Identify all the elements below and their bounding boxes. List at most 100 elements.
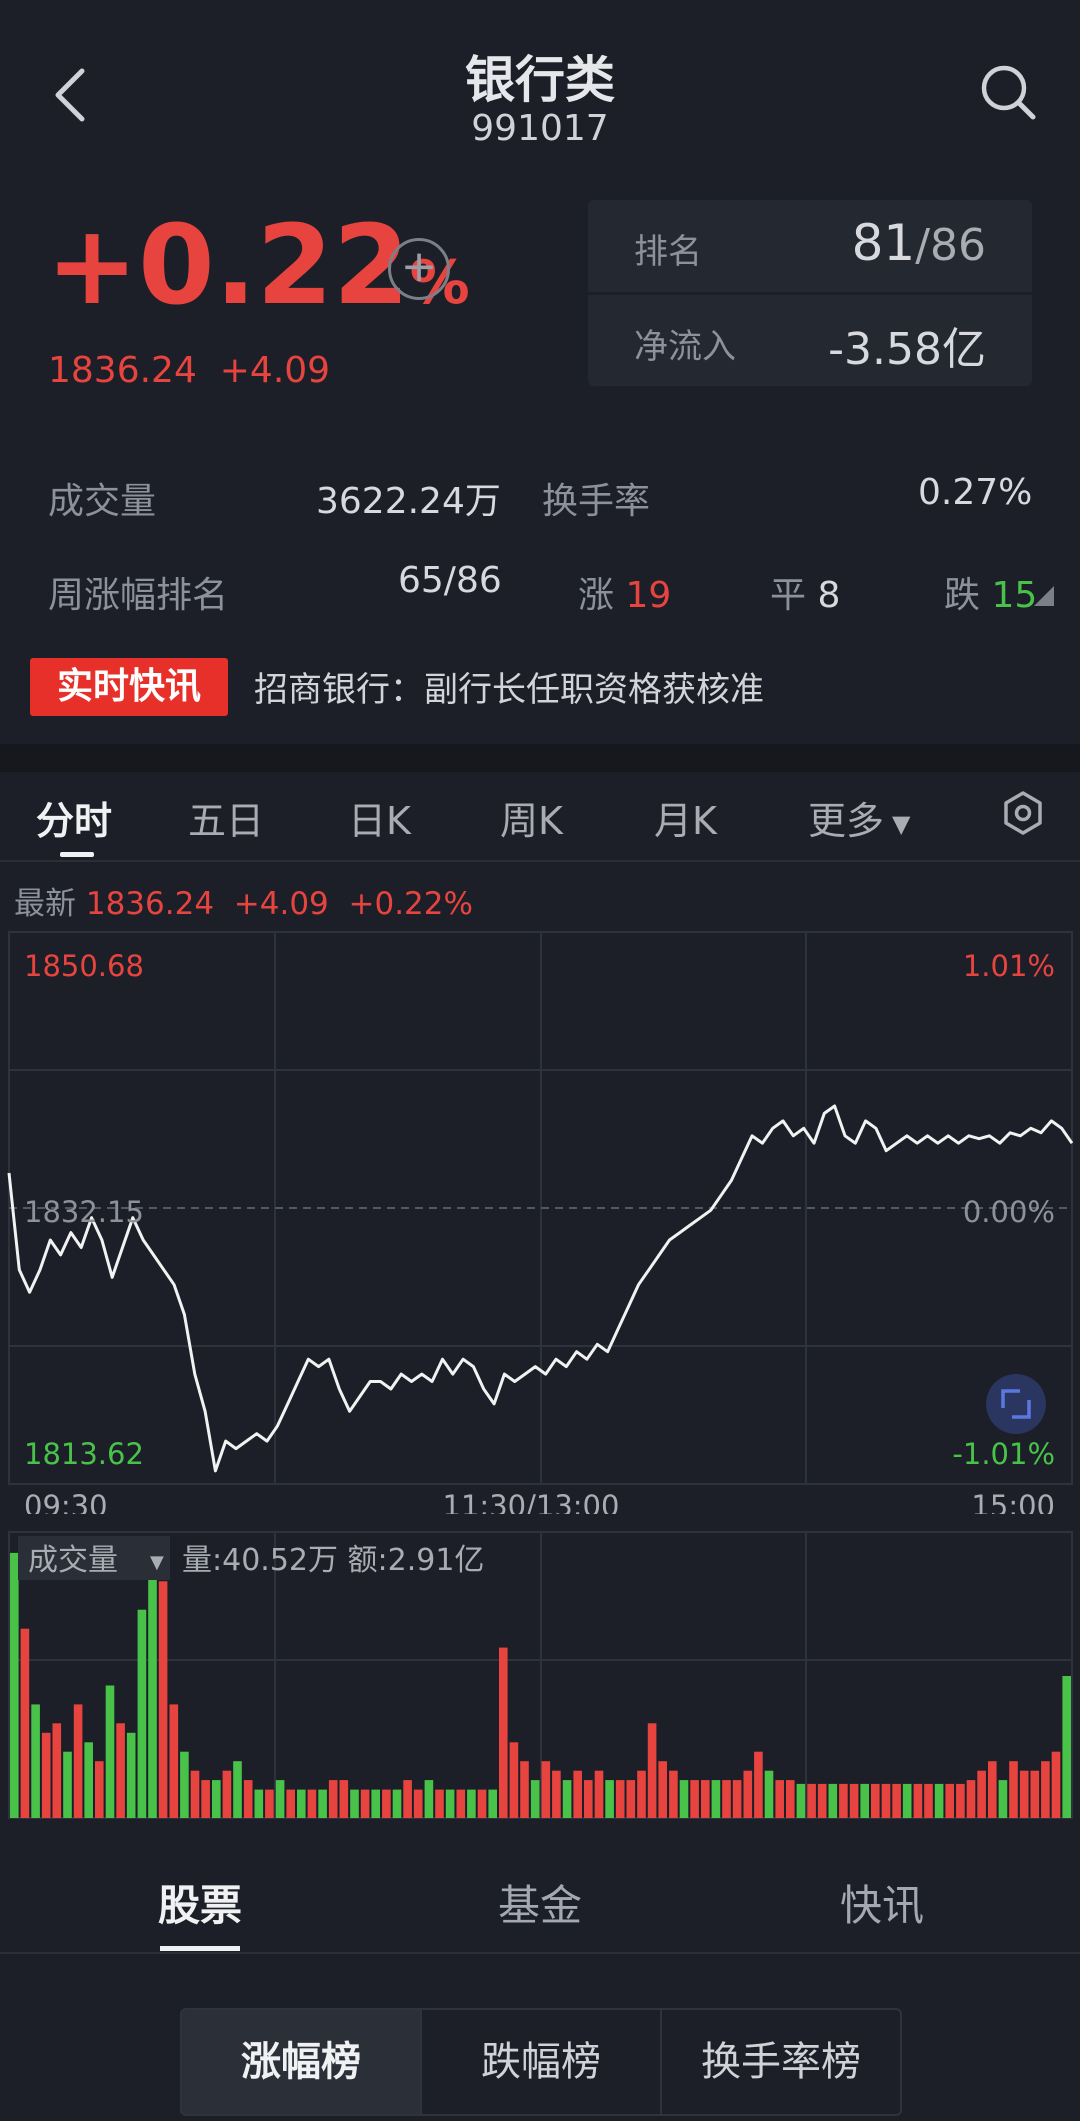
y-label-bottom: 1813.62	[24, 1437, 144, 1471]
volume-bar	[350, 1789, 359, 1818]
volume-bar	[456, 1789, 466, 1818]
volume-bar	[722, 1780, 731, 1818]
x-label-close: 15:00	[971, 1489, 1055, 1514]
tab-intraday[interactable]: 分时	[36, 790, 112, 845]
volume-bar	[413, 1789, 423, 1818]
tab-five-day[interactable]: 五日	[188, 790, 264, 845]
volume-bar	[41, 1732, 51, 1818]
volume-bar	[679, 1780, 689, 1818]
settings-hexagon-icon[interactable]	[1000, 790, 1046, 836]
netflow-value: -3.58亿	[828, 324, 986, 375]
down-number: 15	[991, 575, 1038, 616]
tab-funds[interactable]: 基金	[498, 1872, 582, 1933]
tab-monthly-k[interactable]: 月K	[654, 790, 717, 845]
volume-bar	[934, 1783, 944, 1818]
volume-bar	[966, 1780, 976, 1818]
volume-bar	[977, 1770, 986, 1818]
pct-label-bottom: -1.01%	[952, 1437, 1055, 1471]
volume-bar	[328, 1780, 338, 1818]
tab-flash-news[interactable]: 快讯	[840, 1872, 924, 1933]
volume-bar	[701, 1780, 710, 1818]
volume-bar	[371, 1789, 380, 1818]
volume-label: 成交量	[48, 481, 157, 522]
volume-bar	[626, 1780, 636, 1818]
volume-bar	[605, 1780, 614, 1818]
volume-bar	[881, 1783, 891, 1818]
last-price: 1836.24	[48, 350, 197, 391]
volume-bar	[647, 1723, 657, 1818]
volume-bar	[84, 1742, 93, 1818]
volume-bar	[1041, 1761, 1050, 1818]
price-line: 1836.24 +4.09	[48, 350, 330, 391]
volume-bar	[732, 1780, 742, 1818]
volume-bar	[637, 1770, 646, 1818]
volume-bar	[871, 1783, 880, 1818]
latest-pct: +0.22%	[348, 886, 473, 922]
plus-icon: +	[400, 241, 438, 292]
volume-bar	[988, 1761, 997, 1818]
latest-quote: 最新 1836.24 +4.09 +0.22%	[14, 878, 473, 923]
volume-bar	[116, 1723, 125, 1818]
price-change: +4.09	[219, 350, 331, 391]
y-label-top: 1850.68	[24, 949, 144, 983]
segment-losers[interactable]: 跌幅榜	[420, 2010, 660, 2114]
add-watchlist-button[interactable]: +	[388, 238, 450, 300]
volume-bar	[445, 1789, 455, 1818]
news-headline[interactable]: 招商银行：副行长任职资格获核准	[254, 662, 764, 711]
volume-bar	[201, 1780, 210, 1818]
volume-bar	[945, 1783, 954, 1818]
volume-bar	[424, 1780, 434, 1818]
volume-bar	[509, 1742, 519, 1818]
tab-more-label: 更多	[808, 799, 885, 843]
pct-label-top: 1.01%	[963, 949, 1055, 983]
volume-bar	[148, 1552, 157, 1818]
volume-bar	[488, 1789, 497, 1818]
tab-stocks[interactable]: 股票	[158, 1872, 242, 1933]
volume-bar	[615, 1780, 625, 1818]
volume-bar	[286, 1789, 295, 1818]
volume-bar	[764, 1770, 774, 1818]
week-rank-label: 周涨幅排名	[48, 575, 229, 616]
search-icon[interactable]	[978, 62, 1038, 122]
volume-bar	[265, 1789, 274, 1818]
turnover-label: 换手率	[542, 481, 651, 522]
latest-change: +4.09	[233, 886, 329, 922]
volume-selector-label: 成交量	[28, 1543, 118, 1578]
volume-bar	[743, 1770, 753, 1818]
volume-bar	[1019, 1770, 1029, 1818]
volume-bar	[318, 1789, 327, 1818]
fullscreen-button[interactable]	[986, 1374, 1046, 1434]
segment-gainers[interactable]: 涨幅榜	[182, 2010, 420, 2114]
volume-bar	[754, 1751, 763, 1818]
up-count[interactable]: 涨 19	[578, 566, 671, 618]
volume-bar	[541, 1761, 551, 1818]
flat-label: 平	[770, 575, 807, 616]
intraday-chart[interactable]: 1850.68 1832.15 1813.62 1.01% 0.00% -1.0…	[0, 924, 1080, 1514]
volume-bar	[786, 1780, 795, 1818]
volume-bar	[902, 1783, 912, 1818]
segment-turnover[interactable]: 换手率榜	[660, 2010, 900, 2114]
volume-bar	[711, 1780, 721, 1818]
volume-bar	[435, 1789, 444, 1818]
bottom-tabs: 股票 基金 快讯	[0, 1820, 1080, 1950]
tab-weekly-k[interactable]: 周K	[500, 790, 563, 845]
tab-daily-k[interactable]: 日K	[348, 790, 411, 845]
tab-more[interactable]: 更多 ▼	[808, 790, 910, 845]
volume-bar	[530, 1780, 540, 1818]
volume-bar	[828, 1783, 838, 1818]
dropdown-triangle-icon: ▼	[892, 809, 911, 838]
volume-bar	[1051, 1751, 1061, 1818]
flat-count[interactable]: 平 8	[770, 566, 840, 618]
down-count[interactable]: 跌 15	[944, 566, 1037, 618]
volume-bar	[31, 1704, 40, 1818]
rank-total: /86	[915, 220, 986, 271]
volume-bar	[190, 1770, 200, 1818]
volume-bar	[849, 1783, 859, 1818]
page-title: 银行类	[465, 51, 615, 109]
volume-bar	[467, 1789, 476, 1818]
rank-box: 排名 81/86 净流入 -3.58亿	[588, 200, 1032, 386]
volume-bar	[169, 1704, 179, 1818]
volume-bar	[594, 1770, 604, 1818]
volume-bar	[817, 1783, 827, 1818]
tabs-border	[0, 860, 1080, 862]
